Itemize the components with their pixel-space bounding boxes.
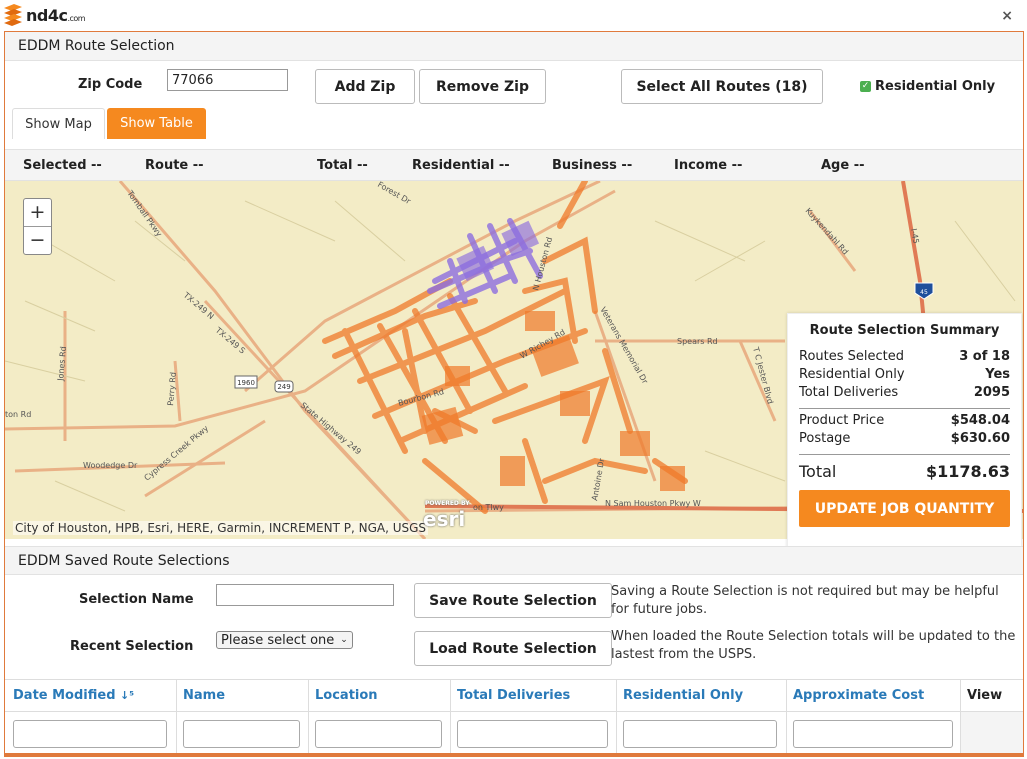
col-residential[interactable]: Residential -- [412,158,510,173]
save-route-selection-button[interactable]: Save Route Selection [414,583,612,618]
label-forest-dr: Forest Dr [376,181,413,206]
route-selection-title: EDDM Route Selection [5,32,1023,61]
col-residential-only[interactable]: Residential Only [623,688,743,703]
route-selection-summary: Route Selection Summary Routes Selected 3… [787,313,1022,549]
street-labels: Tomball Pkwy TX-249 N TX-249 S Perry Rd … [5,181,921,512]
filter-date-modified[interactable] [13,720,167,748]
logo[interactable]: nd4c.com [2,2,86,28]
label-i45: I-45 [909,228,921,245]
map-zoom-control: + − [23,198,52,255]
sort-ascending-icon[interactable]: ↓⁵ [120,689,134,702]
top-bar: nd4c.com × [0,0,1027,31]
map-attribution: City of Houston, HPB, Esri, HERE, Garmin… [13,521,429,535]
zoom-in-button[interactable]: + [24,199,51,227]
label-sam-houston-pkwy: N Sam Houston Pkwy W [605,499,701,508]
logo-text: nd4c.com [26,5,86,25]
col-name[interactable]: Name [183,688,225,703]
selection-name-input[interactable] [216,584,394,606]
route-table-header: Selected -- Route -- Total -- Residentia… [5,149,1023,181]
add-zip-button[interactable]: Add Zip [315,69,415,104]
recent-selection-dropdown[interactable]: Please select one ⌄ [216,631,353,649]
esri-powered-by: POWERED BY [425,500,470,507]
recent-selection-label: Recent Selection [70,639,194,654]
col-approximate-cost[interactable]: Approximate Cost [793,688,924,703]
summary-title: Route Selection Summary [809,323,1000,338]
select-all-routes-button[interactable]: Select All Routes (18) [621,69,823,104]
label-ton-rd: ton Rd [5,410,31,419]
filter-residential-only[interactable] [623,720,777,748]
summary-row: Postage $630.60 [799,431,1010,446]
label-woodedge: Woodedge Dr [83,461,138,470]
col-view: View [967,688,1003,703]
label-cypress-creek: Cypress Creek Pkwy [143,424,211,483]
chevron-down-icon: ⌄ [340,635,348,645]
label-tomball-pkwy: Tomball Pkwy [125,188,164,238]
selection-name-label: Selection Name [79,592,194,607]
col-route[interactable]: Route -- [145,158,204,173]
residential-only-label: Residential Only [875,79,996,94]
summary-total: Total $1178.63 [799,461,1010,481]
col-income[interactable]: Income -- [674,158,742,173]
residential-only-toggle[interactable]: ✓ Residential Only [860,79,995,94]
col-age[interactable]: Age -- [821,158,865,173]
filter-approximate-cost[interactable] [793,720,953,748]
label-perry-rd: Perry Rd [166,372,178,406]
route-shield-249-icon: 249 [274,380,294,393]
summary-divider [799,454,1010,455]
summary-row: Product Price $548.04 [799,413,1010,428]
route-shield-1960-icon: 1960 [234,375,258,389]
summary-row: Residential Only Yes [799,367,1010,382]
close-icon[interactable]: × [1001,8,1013,24]
tab-show-map[interactable]: Show Map [12,108,105,139]
label-tlwy: on Tlwy [473,503,504,512]
esri-logo[interactable]: esri [423,507,465,531]
eddm-panel: EDDM Route Selection Zip Code Add Zip Re… [4,31,1024,757]
filter-location[interactable] [315,720,442,748]
summary-divider [799,408,1010,409]
tab-show-table[interactable]: Show Table [107,108,206,139]
col-selected[interactable]: Selected -- [23,158,102,173]
recent-selection-value: Please select one [221,632,335,648]
shield-45-label: 45 [920,289,928,296]
zip-code-label: Zip Code [78,77,143,92]
col-date-modified[interactable]: Date Modified ↓⁵ [13,688,134,703]
grid-filter-row [5,712,1023,753]
load-help-text: When loaded the Route Selection totals w… [611,629,1016,662]
label-kuykendahl: Kuykendahl Rd [804,206,850,256]
col-total[interactable]: Total -- [317,158,368,173]
zip-code-input[interactable] [167,69,288,91]
label-state-hwy-249: State Highway 249 [299,401,363,457]
shield-1960-label: 1960 [237,379,255,387]
shield-249-label: 249 [277,383,290,391]
col-business[interactable]: Business -- [552,158,632,173]
col-location[interactable]: Location [315,688,378,703]
checkbox-checked-icon[interactable]: ✓ [860,81,871,92]
filter-name[interactable] [183,720,300,748]
summary-row: Routes Selected 3 of 18 [799,349,1010,364]
interstate-shield-45-icon: 45 [914,282,934,300]
zoom-out-button[interactable]: − [24,227,51,255]
label-spears-rd: Spears Rd [677,337,718,346]
saved-selections-title: EDDM Saved Route Selections [5,546,1023,575]
logo-mark-icon [4,4,22,26]
save-help-text: Saving a Route Selection is not required… [611,584,999,617]
col-total-deliveries[interactable]: Total Deliveries [457,688,570,703]
remove-zip-button[interactable]: Remove Zip [419,69,546,104]
filter-view-cell [961,712,1023,753]
update-job-quantity-button[interactable]: UPDATE JOB QUANTITY [799,490,1010,527]
filter-total-deliveries[interactable] [457,720,608,748]
saved-grid-header: Date Modified ↓⁵ Name Location Total Del… [5,679,1023,712]
summary-row: Total Deliveries 2095 [799,385,1010,400]
load-route-selection-button[interactable]: Load Route Selection [414,631,612,666]
